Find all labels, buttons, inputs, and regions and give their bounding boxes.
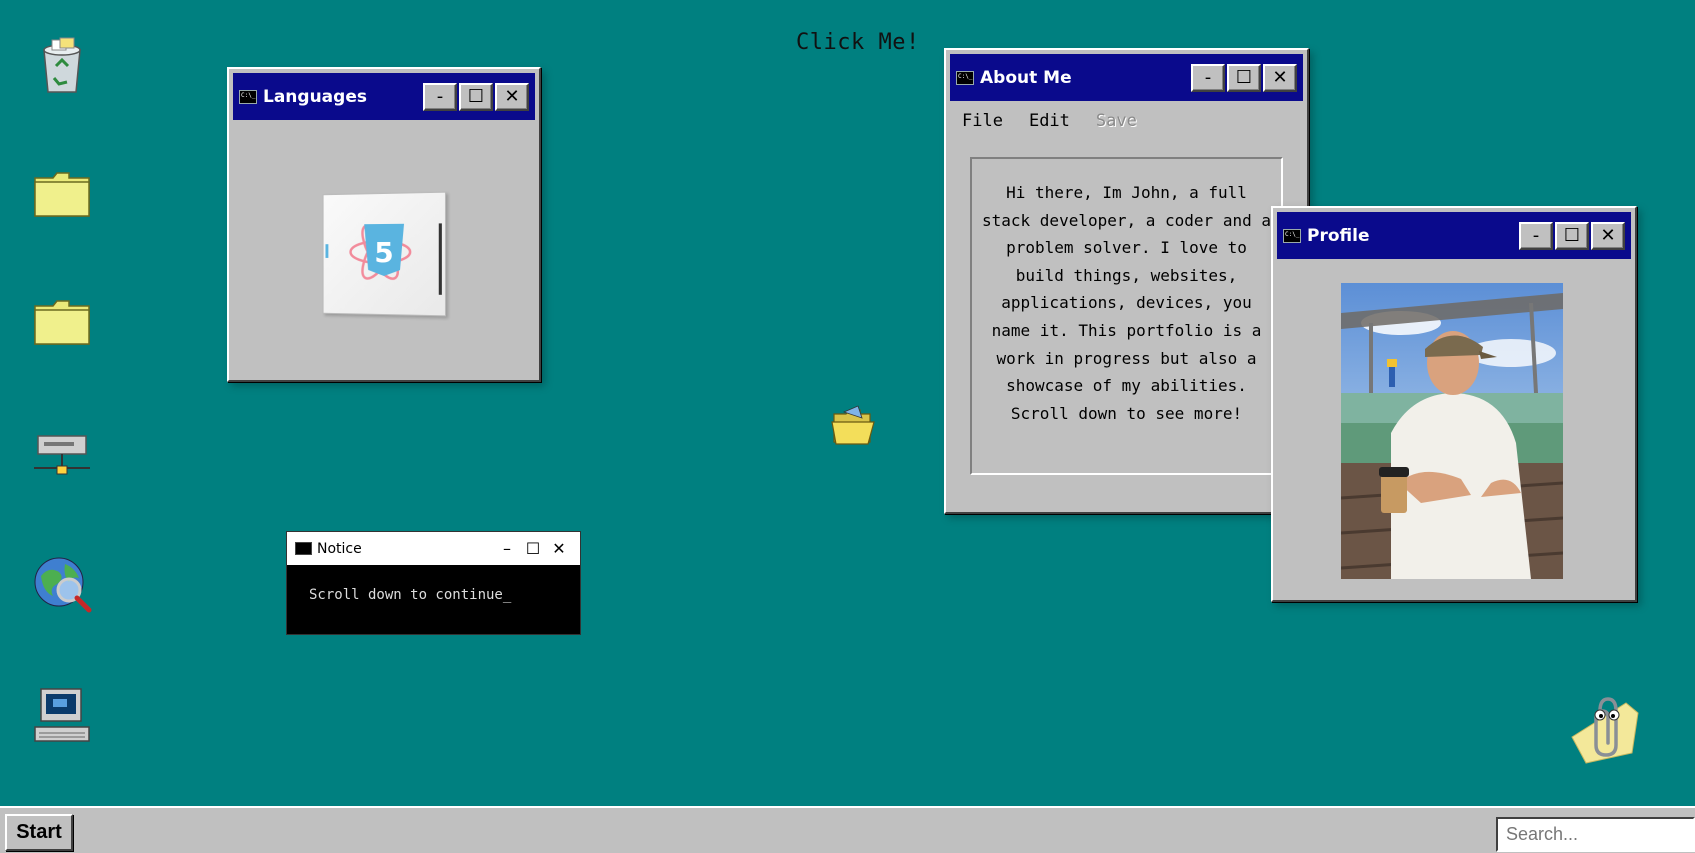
console-icon [295, 542, 312, 555]
profile-titlebar[interactable]: Profile - ☐ ✕ [1277, 212, 1631, 259]
click-me-text[interactable]: Click Me! [796, 30, 920, 55]
console-icon [956, 70, 974, 85]
minimize-button[interactable]: - [1519, 221, 1553, 250]
about-me-window[interactable]: About Me - ☐ ✕ File Edit Save Hi there, … [944, 48, 1309, 514]
minimize-button[interactable]: - [423, 82, 457, 111]
languages-window[interactable]: Languages - ☐ ✕ 5 [227, 67, 541, 382]
minimize-button[interactable]: - [1191, 63, 1225, 92]
notice-body: Scroll down to continue_ [309, 587, 512, 603]
minimize-button[interactable]: – [494, 539, 520, 558]
network-icon[interactable] [30, 424, 94, 488]
notice-titlebar[interactable]: Notice – ☐ ✕ [287, 532, 580, 565]
menu-save[interactable]: Save [1096, 111, 1137, 131]
console-icon [239, 89, 257, 104]
close-button[interactable]: ✕ [546, 539, 572, 558]
folder-icon[interactable] [30, 291, 94, 355]
svg-text:5: 5 [374, 236, 393, 270]
clippy-assistant-icon[interactable] [1566, 693, 1640, 765]
about-text: Hi there, Im John, a full stack develope… [982, 183, 1271, 423]
search-input[interactable] [1496, 817, 1695, 852]
recycle-bin-icon[interactable] [30, 34, 94, 98]
menu-file[interactable]: File [962, 111, 1003, 131]
maximize-button[interactable]: ☐ [459, 82, 493, 111]
maximize-button[interactable]: ☐ [1227, 63, 1261, 92]
profile-photo [1341, 283, 1563, 579]
about-menubar: File Edit Save [950, 101, 1303, 131]
console-icon [1283, 228, 1301, 243]
close-button[interactable]: ✕ [495, 82, 529, 111]
taskbar: Start [0, 806, 1695, 853]
open-folder-icon[interactable] [830, 404, 876, 446]
profile-title: Profile [1307, 225, 1370, 246]
close-button[interactable]: ✕ [1591, 221, 1625, 250]
about-text-box: Hi there, Im John, a full stack develope… [970, 157, 1283, 475]
about-titlebar[interactable]: About Me - ☐ ✕ [950, 54, 1303, 101]
close-button[interactable]: ✕ [1263, 63, 1297, 92]
profile-window[interactable]: Profile - ☐ ✕ [1271, 206, 1637, 602]
menu-edit[interactable]: Edit [1029, 111, 1070, 131]
my-computer-icon[interactable] [30, 684, 94, 748]
start-button[interactable]: Start [5, 814, 73, 851]
languages-titlebar[interactable]: Languages - ☐ ✕ [233, 73, 535, 120]
notice-title: Notice [317, 540, 362, 557]
language-cube-icon[interactable]: 5 [322, 191, 447, 317]
about-title: About Me [980, 67, 1072, 88]
languages-title: Languages [263, 86, 367, 107]
folder-icon[interactable] [30, 163, 94, 227]
notice-window[interactable]: Notice – ☐ ✕ Scroll down to continue_ [286, 531, 581, 635]
maximize-button[interactable]: ☐ [1555, 221, 1589, 250]
maximize-button[interactable]: ☐ [520, 539, 546, 558]
internet-search-icon[interactable] [30, 553, 94, 617]
